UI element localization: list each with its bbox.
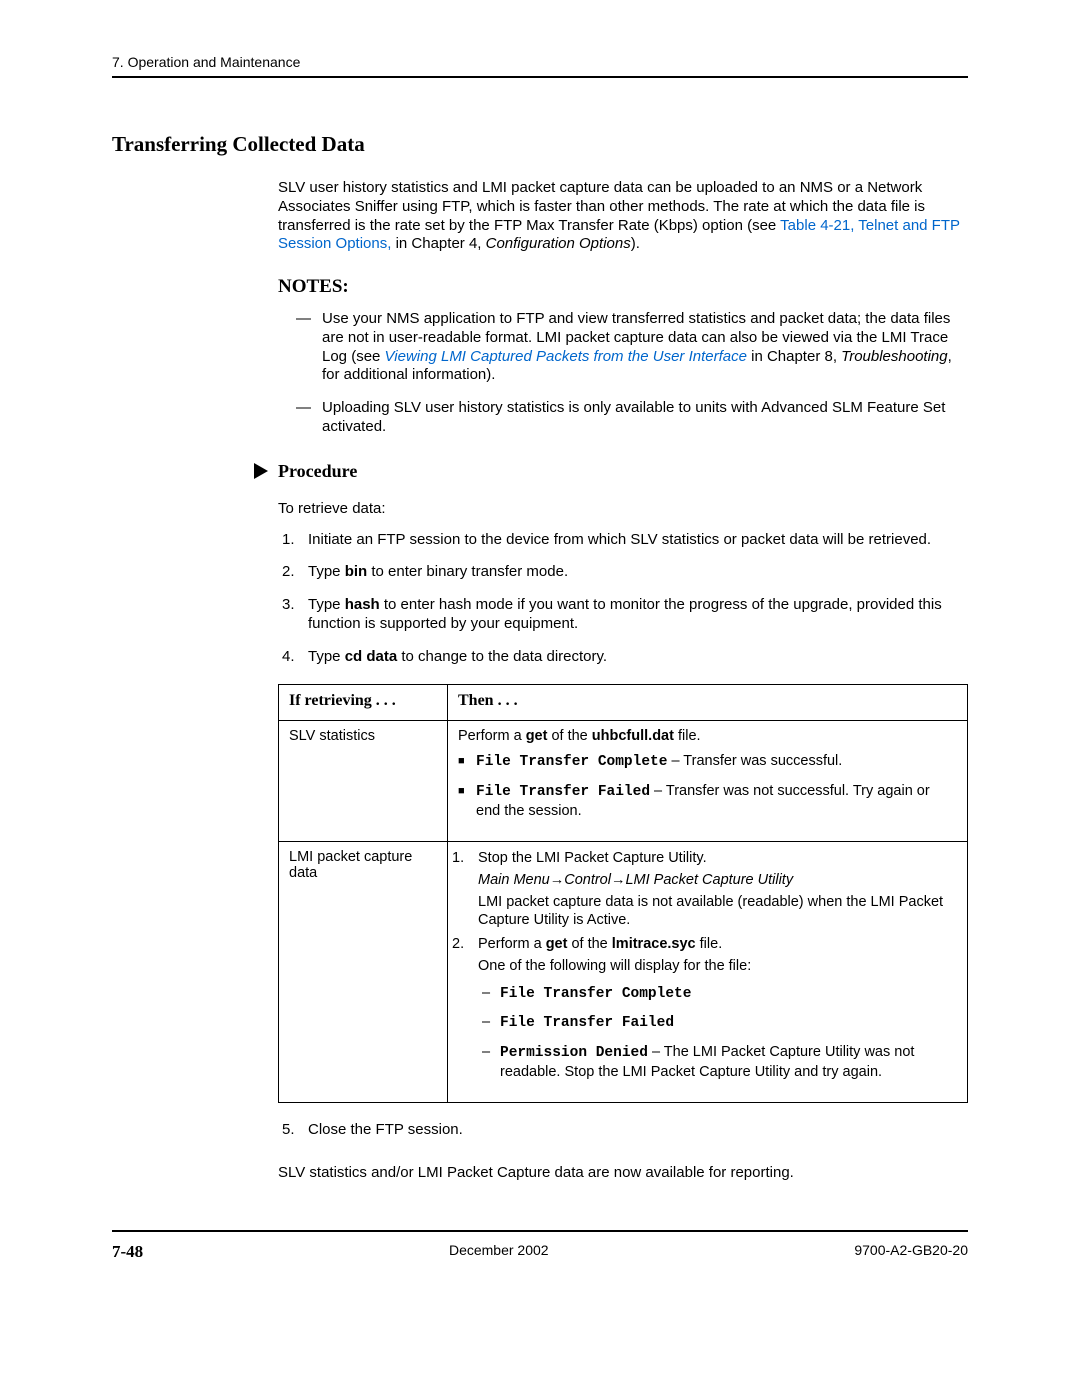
inner-step-1: 1.Stop the LMI Packet Capture Utility. M… bbox=[478, 849, 957, 930]
step-4: 4.Type cd data to change to the data dir… bbox=[308, 648, 968, 667]
col-then-header: Then . . . bbox=[448, 685, 968, 721]
body-content: SLV user history statistics and LMI pack… bbox=[278, 179, 968, 1182]
step-5: 5.Close the FTP session. bbox=[308, 1121, 968, 1140]
text: ). bbox=[631, 235, 640, 252]
text: Type bbox=[308, 596, 345, 613]
italic-text: Troubleshooting bbox=[841, 348, 947, 365]
result-list: File Transfer Complete – Transfer was su… bbox=[458, 752, 957, 821]
step-3: 3.Type hash to enter hash mode if you wa… bbox=[308, 596, 968, 634]
command-text: bin bbox=[345, 563, 368, 580]
result-list: File Transfer Complete File Transfer Fai… bbox=[478, 984, 957, 1082]
filename: uhbcfull.dat bbox=[592, 728, 674, 744]
list-item: File Transfer Complete – Transfer was su… bbox=[476, 752, 957, 772]
status-text: File Transfer Complete bbox=[500, 986, 691, 1002]
bold-text: get bbox=[526, 728, 548, 744]
list-item: File Transfer Failed bbox=[500, 1013, 957, 1033]
text: file. bbox=[696, 936, 723, 952]
text: in Chapter 4, bbox=[391, 235, 485, 252]
status-text: File Transfer Complete bbox=[476, 754, 667, 770]
step-2: 2.Type bin to enter binary transfer mode… bbox=[308, 563, 968, 582]
text: Perform a bbox=[478, 936, 546, 952]
table-row: LMI packet capture data 1. Stop the LMI P… bbox=[279, 841, 968, 1102]
filename: lmitrace.syc bbox=[612, 936, 696, 952]
note-item: Use your NMS application to FTP and view… bbox=[322, 310, 968, 385]
text: – Transfer was successful. bbox=[667, 753, 842, 769]
chapter-label: 7. Operation and Maintenance bbox=[112, 54, 300, 70]
table-header-row: If retrieving . . . Then . . . bbox=[279, 685, 968, 721]
text: in Chapter 8, bbox=[747, 348, 841, 365]
then-cell: Perform a get of the uhbcfull.dat file. … bbox=[448, 721, 968, 842]
step-number: 3. bbox=[282, 596, 295, 615]
status-text: File Transfer Failed bbox=[476, 784, 650, 800]
bold-text: get bbox=[546, 936, 568, 952]
command-text: cd data bbox=[345, 648, 398, 665]
text: Type bbox=[308, 648, 345, 665]
then-cell: 1. Stop the LMI Packet Capture Utility. M… bbox=[448, 841, 968, 1102]
step-number: 4. bbox=[282, 648, 295, 667]
text: Type bbox=[308, 563, 345, 580]
text: of the bbox=[567, 936, 611, 952]
italic-text: Configuration Options bbox=[486, 235, 631, 252]
status-text: File Transfer Failed bbox=[500, 1015, 674, 1031]
status-text: Permission Denied bbox=[500, 1045, 648, 1061]
procedure-label: Procedure bbox=[278, 461, 357, 482]
document-number: 9700-A2-GB20-20 bbox=[854, 1242, 968, 1262]
procedure-steps: 1. Initiate an FTP session to the device … bbox=[278, 531, 968, 667]
table-row: SLV statistics Perform a get of the uhbc… bbox=[279, 721, 968, 842]
step-number: 2. bbox=[452, 935, 464, 953]
text: to enter hash mode if you want to monito… bbox=[308, 596, 942, 632]
list-item: Permission Denied – The LMI Packet Captu… bbox=[500, 1043, 957, 1082]
page: 7. Operation and Maintenance Transferrin… bbox=[0, 0, 1080, 1312]
text: Initiate an FTP session to the device fr… bbox=[308, 531, 931, 548]
list-item: File Transfer Complete bbox=[500, 984, 957, 1004]
closing-paragraph: SLV statistics and/or LMI Packet Capture… bbox=[278, 1164, 968, 1183]
running-header: 7. Operation and Maintenance bbox=[112, 54, 968, 78]
text: Perform a bbox=[458, 728, 526, 744]
menu-path: Main Menu→Control→LMI Packet Capture Uti… bbox=[478, 871, 957, 889]
if-cell: SLV statistics bbox=[279, 721, 448, 842]
link-viewing-lmi[interactable]: Viewing LMI Captured Packets from the Us… bbox=[385, 348, 747, 365]
if-cell: LMI packet capture data bbox=[279, 841, 448, 1102]
text: Close the FTP session. bbox=[308, 1121, 463, 1138]
col-if-header: If retrieving . . . bbox=[279, 685, 448, 721]
text: Stop the LMI Packet Capture Utility. bbox=[478, 850, 707, 866]
note-item: Uploading SLV user history statistics is… bbox=[322, 399, 968, 437]
procedure-heading: Procedure bbox=[254, 461, 968, 482]
text: of the bbox=[547, 728, 591, 744]
intro-paragraph: SLV user history statistics and LMI pack… bbox=[278, 179, 968, 254]
page-footer: 7-48 December 2002 9700-A2-GB20-20 bbox=[112, 1230, 968, 1262]
step-number: 5. bbox=[282, 1121, 295, 1140]
triangle-right-icon bbox=[254, 463, 268, 479]
procedure-intro: To retrieve data: bbox=[278, 500, 968, 517]
step-number: 2. bbox=[282, 563, 295, 582]
step-1: 1.Initiate an FTP session to the device … bbox=[308, 531, 968, 550]
text: One of the following will display for th… bbox=[478, 957, 957, 975]
procedure-steps-continued: 5. Close the FTP session. bbox=[278, 1121, 968, 1140]
text: to enter binary transfer mode. bbox=[367, 563, 568, 580]
section-title: Transferring Collected Data bbox=[112, 132, 968, 157]
text: to change to the data directory. bbox=[397, 648, 607, 665]
notes-list: Use your NMS application to FTP and view… bbox=[278, 310, 968, 437]
inner-step-2: 2.Perform a get of the lmitrace.syc file… bbox=[478, 935, 957, 1082]
text: LMI packet capture data is not available… bbox=[478, 893, 957, 929]
step-number: 1. bbox=[282, 531, 295, 550]
text: file. bbox=[674, 728, 701, 744]
command-text: hash bbox=[345, 596, 380, 613]
step-number: 1. bbox=[452, 849, 464, 867]
list-item: File Transfer Failed – Transfer was not … bbox=[476, 782, 957, 821]
footer-date: December 2002 bbox=[449, 1242, 549, 1262]
page-number: 7-48 bbox=[112, 1242, 143, 1262]
text: Uploading SLV user history statistics is… bbox=[322, 399, 945, 435]
retrieval-table: If retrieving . . . Then . . . SLV stati… bbox=[278, 684, 968, 1103]
inner-steps: 1.Stop the LMI Packet Capture Utility. M… bbox=[458, 849, 957, 1082]
notes-heading: NOTES: bbox=[278, 276, 968, 298]
